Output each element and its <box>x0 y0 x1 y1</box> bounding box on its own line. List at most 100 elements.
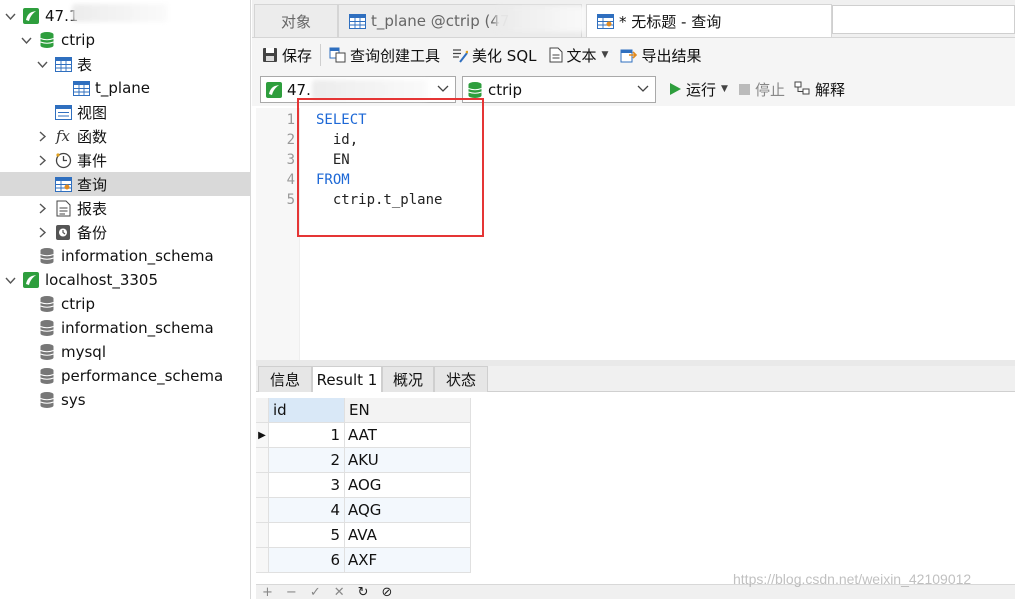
clock-icon <box>54 151 72 169</box>
stop-button[interactable]: ⊘ <box>382 586 393 599</box>
tree-functions[interactable]: fx 函数 <box>0 124 251 148</box>
chevron-down-icon[interactable] <box>4 10 16 22</box>
stop-button[interactable]: 停止 <box>732 76 791 102</box>
caret-down-icon[interactable]: ▼ <box>602 50 609 60</box>
database-value: ctrip <box>488 80 522 99</box>
chevron-right-icon[interactable] <box>36 202 48 214</box>
refresh-button[interactable]: ↻ <box>358 586 369 599</box>
cell-value: AQG <box>348 501 382 519</box>
grid-corner <box>256 398 269 423</box>
table-cell[interactable]: 3 <box>269 473 345 498</box>
events-label: 事件 <box>77 151 108 170</box>
tree-db-mysql[interactable]: mysql <box>0 340 251 364</box>
text-button[interactable]: 文本 ▼ <box>543 42 615 68</box>
beautify-sql-label: 美化 SQL <box>472 46 537 65</box>
chevron-down-icon[interactable] <box>4 274 16 286</box>
reports-label: 报表 <box>77 199 108 218</box>
column-header-en[interactable]: EN <box>345 398 471 423</box>
table-cell[interactable]: 6 <box>269 548 345 573</box>
save-button[interactable]: 保存 <box>256 42 318 68</box>
tree-tables[interactable]: 表 <box>0 52 251 76</box>
object-filter-input[interactable] <box>832 5 1015 34</box>
add-record-button[interactable]: + <box>262 586 273 599</box>
tree-db-sys[interactable]: sys <box>0 388 251 412</box>
explain-button[interactable]: 解释 <box>788 76 851 102</box>
table-cell[interactable]: AAT <box>345 423 471 448</box>
cell-value: 6 <box>330 551 340 569</box>
explain-icon <box>794 81 811 97</box>
table-cell[interactable]: 4 <box>269 498 345 523</box>
tab-label: * 无标题 - 查询 <box>619 12 722 31</box>
export-results-button[interactable]: 导出结果 <box>614 42 707 68</box>
chevron-down-icon[interactable] <box>437 82 449 97</box>
line-number: 5 <box>286 192 295 208</box>
tab-info[interactable]: 信息 <box>258 366 312 392</box>
editor-toolbar: 保存 查询创建工具 美化 SQL 文本 ▼ 导出结果 <box>252 38 1015 72</box>
tree-table-t-plane[interactable]: t_plane <box>0 76 251 100</box>
tree-reports[interactable]: 报表 <box>0 196 251 220</box>
cell-value: 5 <box>330 526 340 544</box>
tree-queries[interactable]: 查询 <box>0 172 251 196</box>
tree-db-ctrip-local[interactable]: ctrip <box>0 292 251 316</box>
blurred-region <box>496 6 586 32</box>
row-selector[interactable] <box>256 523 269 548</box>
tab-label: 状态 <box>445 371 476 389</box>
tab-objects[interactable]: 对象 <box>254 4 338 37</box>
tree-db-information-schema-local[interactable]: information_schema <box>0 316 251 340</box>
cell-value: AVA <box>348 526 377 544</box>
run-label: 运行 <box>686 80 717 99</box>
row-selector-current[interactable]: ▶ <box>256 423 269 448</box>
connection-label: localhost_3305 <box>45 271 159 289</box>
chevron-down-icon[interactable] <box>637 82 649 97</box>
explain-label: 解释 <box>815 80 846 99</box>
tab-untitled-query[interactable]: * 无标题 - 查询 <box>586 4 832 37</box>
beautify-sql-button[interactable]: 美化 SQL <box>446 42 542 68</box>
annotation-highlight-box <box>297 98 484 237</box>
table-cell[interactable]: AQG <box>345 498 471 523</box>
tree-db-ctrip[interactable]: ctrip <box>0 28 251 52</box>
tree-backups[interactable]: 备份 <box>0 220 251 244</box>
chevron-right-icon[interactable] <box>36 130 48 142</box>
chevron-down-icon[interactable] <box>36 58 48 70</box>
table-cell[interactable]: 2 <box>269 448 345 473</box>
stop-icon <box>738 83 751 96</box>
row-selector[interactable] <box>256 448 269 473</box>
query-builder-label: 查询创建工具 <box>350 46 441 65</box>
chevron-right-icon[interactable] <box>36 226 48 238</box>
apply-changes-button[interactable]: ✓ <box>310 586 321 599</box>
table-cell[interactable]: AXF <box>345 548 471 573</box>
line-number-gutter: 1 2 3 4 5 <box>256 108 300 360</box>
query-builder-button[interactable]: 查询创建工具 <box>323 42 446 68</box>
tree-views[interactable]: 视图 <box>0 100 251 124</box>
tree-db-information-schema[interactable]: information_schema <box>0 244 251 268</box>
table-cell[interactable]: AKU <box>345 448 471 473</box>
tree-db-performance-schema[interactable]: performance_schema <box>0 364 251 388</box>
delete-record-button[interactable]: − <box>286 586 297 599</box>
column-header-label: EN <box>349 401 370 419</box>
report-icon <box>54 199 72 217</box>
table-cell[interactable]: AOG <box>345 473 471 498</box>
tree-events[interactable]: 事件 <box>0 148 251 172</box>
tab-status[interactable]: 状态 <box>434 366 488 392</box>
row-selector[interactable] <box>256 498 269 523</box>
tab-profile[interactable]: 概况 <box>382 366 434 392</box>
chevron-down-icon[interactable] <box>20 34 32 46</box>
discard-changes-button[interactable]: ✕ <box>334 586 345 599</box>
row-selector[interactable] <box>256 548 269 573</box>
table-cell[interactable]: 5 <box>269 523 345 548</box>
tree-connection-localhost[interactable]: localhost_3305 <box>0 268 251 292</box>
caret-down-icon[interactable]: ▼ <box>721 84 728 94</box>
cell-value: 1 <box>330 426 340 444</box>
table-cell[interactable]: AVA <box>345 523 471 548</box>
function-icon: fx <box>55 127 70 145</box>
cell-value: 3 <box>330 476 340 494</box>
table-cell[interactable]: 1 <box>269 423 345 448</box>
column-header-id[interactable]: id <box>269 398 345 423</box>
run-button[interactable]: 运行 ▼ <box>662 76 734 102</box>
functions-label: 函数 <box>77 127 108 146</box>
tab-result-1[interactable]: Result 1 <box>312 366 382 392</box>
chevron-right-icon[interactable] <box>36 154 48 166</box>
db-label: mysql <box>61 343 106 361</box>
database-select[interactable]: ctrip <box>462 76 656 103</box>
row-selector[interactable] <box>256 473 269 498</box>
